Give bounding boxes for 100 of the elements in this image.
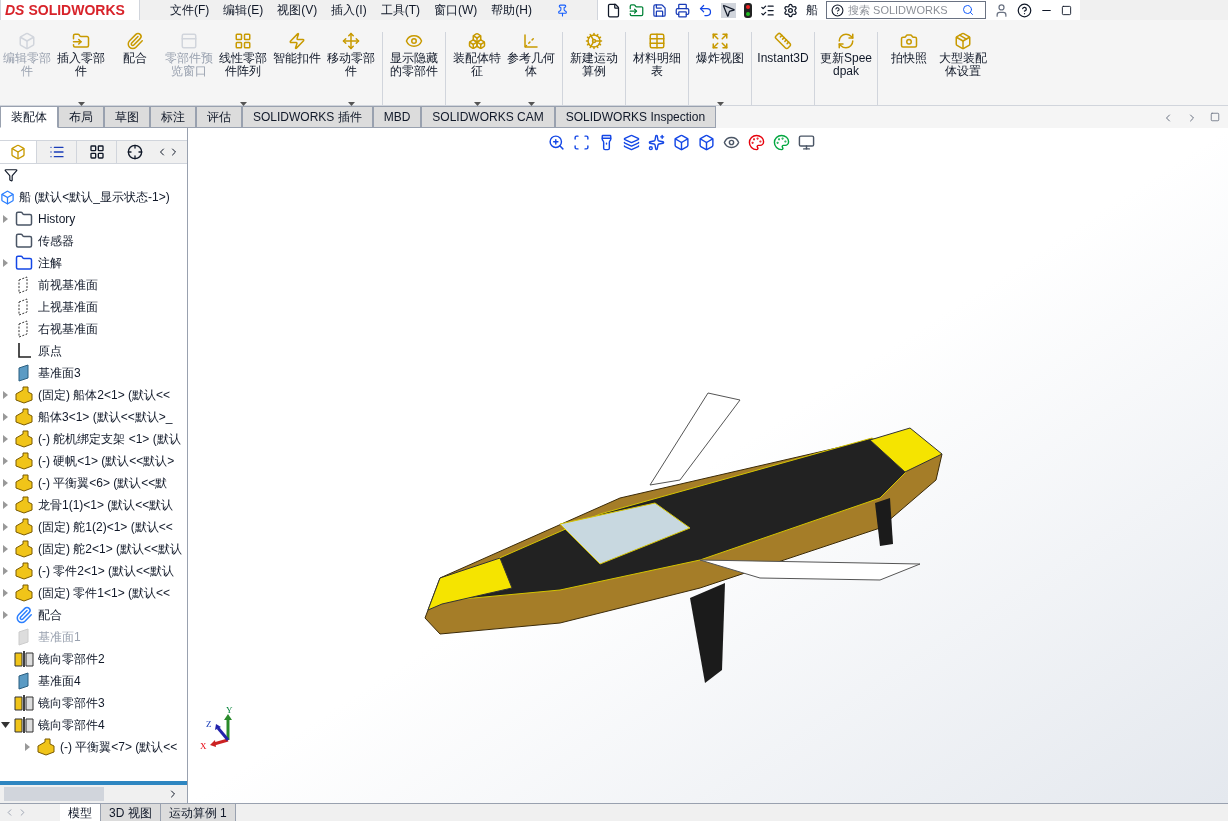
pin-icon[interactable] — [556, 3, 569, 17]
settings-icon[interactable] — [783, 2, 798, 18]
tree-item[interactable]: 配合 — [38, 606, 62, 624]
menu-item[interactable]: 帮助(H) — [491, 1, 532, 19]
list-icon[interactable] — [48, 144, 65, 160]
zoom-icon[interactable] — [548, 134, 565, 151]
ribbon-tab[interactable]: SOLIDWORKS Inspection — [554, 106, 717, 128]
tree-item[interactable]: 前视基准面 — [38, 276, 98, 294]
tree-item[interactable]: (-) 平衡翼<6> (默认<<默 — [38, 474, 168, 492]
crosshair-icon[interactable] — [126, 144, 143, 160]
expand-arrow-icon[interactable] — [2, 259, 8, 267]
expand-arrow-icon[interactable] — [2, 523, 8, 531]
ribbon-tab[interactable]: SOLIDWORKS 插件 — [242, 106, 373, 128]
palette-icon[interactable] — [773, 134, 790, 151]
ribbon-button[interactable]: 大型装配体设置 — [936, 32, 990, 108]
palette-icon[interactable] — [748, 134, 765, 151]
expand-arrow-icon[interactable] — [24, 743, 30, 751]
expand-arrow-icon[interactable] — [2, 479, 8, 487]
cube-icon[interactable] — [673, 134, 690, 151]
view-tab[interactable]: 模型 — [60, 804, 101, 821]
tree-item[interactable]: (-) 零件2<1> (默认<<默认 — [38, 562, 175, 580]
section-icon[interactable] — [623, 134, 640, 151]
part-icon[interactable] — [10, 144, 26, 160]
scrollbar-thumb[interactable] — [4, 787, 104, 801]
sparkle-icon[interactable] — [648, 134, 665, 151]
tree-item[interactable]: 基准面4 — [38, 672, 81, 690]
ribbon-button[interactable]: 线性零部件阵列 — [216, 32, 270, 108]
ribbon-tab[interactable]: 评估 — [196, 106, 242, 128]
monitor-icon[interactable] — [798, 134, 815, 151]
tree-item[interactable]: (固定) 舵1(2)<1> (默认<< — [38, 518, 173, 536]
save-icon[interactable] — [652, 2, 667, 18]
expand-arrow-icon[interactable] — [2, 501, 8, 509]
cube-icon[interactable] — [698, 134, 715, 151]
expand-arrow-icon[interactable] — [2, 457, 8, 465]
collapse-arrow-icon[interactable] — [0, 722, 10, 728]
view-tab[interactable]: 3D 视图 — [101, 804, 161, 821]
tree-item[interactable]: 基准面3 — [38, 364, 81, 382]
tree-root[interactable]: 船 (默认<默认_显示状态-1>) — [19, 188, 170, 206]
tree-item[interactable]: 镜向零部件2 — [38, 650, 105, 668]
ribbon-button[interactable]: 显示隐藏的零部件 — [387, 32, 441, 108]
expand-arrow-icon[interactable] — [2, 567, 8, 575]
print-icon[interactable] — [675, 2, 690, 18]
ribbon-button[interactable]: Instant3D — [756, 32, 810, 108]
user-icon[interactable] — [994, 2, 1009, 18]
maximize-icon[interactable] — [1061, 4, 1072, 16]
ribbon-button[interactable]: 参考几何体 — [504, 32, 558, 108]
tree-item[interactable]: 上视基准面 — [38, 298, 98, 316]
tree-item[interactable]: 右视基准面 — [38, 320, 98, 338]
ribbon-tab[interactable]: 布局 — [58, 106, 104, 128]
ribbon-button[interactable]: 爆炸视图 — [693, 32, 747, 108]
expand-arrow-icon[interactable] — [2, 545, 8, 553]
tree-item[interactable]: 传感器 — [38, 232, 74, 250]
traffic-light-icon[interactable] — [744, 2, 752, 18]
menu-item[interactable]: 编辑(E) — [223, 1, 264, 19]
select-icon[interactable] — [721, 2, 736, 18]
ribbon-button[interactable]: 智能扣件 — [270, 32, 324, 108]
expand-arrow-icon[interactable] — [2, 391, 8, 399]
grid-icon[interactable] — [88, 144, 105, 160]
tree-item[interactable]: 原点 — [38, 342, 62, 360]
tree-item[interactable]: 龙骨1(1)<1> (默认<<默认 — [38, 496, 174, 514]
open-icon[interactable] — [629, 2, 644, 18]
menu-item[interactable]: 视图(V) — [277, 1, 318, 19]
expand-arrow-icon[interactable] — [2, 435, 8, 443]
tree-item[interactable]: (固定) 零件1<1> (默认<< — [38, 584, 171, 602]
ribbon-button[interactable]: 配合 — [108, 32, 162, 108]
menu-item[interactable]: 插入(I) — [331, 1, 367, 19]
eye-icon[interactable] — [723, 134, 740, 151]
menu-item[interactable]: 工具(T) — [380, 1, 420, 19]
ribbon-tab[interactable]: 装配体 — [0, 106, 58, 128]
tree-item[interactable]: (固定) 舵2<1> (默认<<默认 — [38, 540, 183, 558]
ribbon-button[interactable]: 更新Speedpak — [819, 32, 873, 108]
tree-item[interactable]: 船体3<1> (默认<<默认>_ — [38, 408, 173, 426]
expand-arrow-icon[interactable] — [2, 589, 8, 597]
tree-item[interactable]: (固定) 船体2<1> (默认<< — [38, 386, 171, 404]
new-file-icon[interactable] — [606, 2, 621, 18]
tree-item[interactable]: History — [38, 210, 76, 228]
expand-arrow-icon[interactable] — [2, 611, 8, 619]
ribbon-tab[interactable]: SOLIDWORKS CAM — [421, 106, 555, 128]
tree-item[interactable]: 注解 — [38, 254, 62, 272]
restore-icon[interactable] — [1210, 112, 1220, 122]
ribbon-button[interactable]: 移动零部件 — [324, 32, 378, 108]
tree-item[interactable]: 镜向零部件3 — [38, 694, 105, 712]
tree-item[interactable]: (-) 平衡翼<7> (默认<< — [60, 738, 178, 756]
help-icon[interactable] — [1017, 2, 1032, 18]
filter-icon[interactable] — [4, 168, 18, 182]
ribbon-button[interactable]: 拍快照 — [882, 32, 936, 108]
list-icon[interactable] — [760, 2, 775, 18]
undo-icon[interactable] — [698, 2, 713, 18]
zoom-area-icon[interactable] — [573, 134, 590, 151]
ribbon-button[interactable]: 装配体特征 — [450, 32, 504, 108]
ribbon-button[interactable]: 材料明细表 — [630, 32, 684, 108]
menu-item[interactable]: 窗口(W) — [434, 1, 478, 19]
tree-item[interactable]: (-) 舵机绑定支架 <1> (默认 — [38, 430, 181, 448]
menu-item[interactable]: 文件(F) — [170, 1, 210, 19]
expand-arrow-icon[interactable] — [2, 413, 8, 421]
ribbon-tab[interactable]: MBD — [372, 106, 422, 128]
tree-item[interactable]: (-) 硬帆<1> (默认<<默认> — [38, 452, 175, 470]
ribbon-tab[interactable]: 草图 — [104, 106, 150, 128]
view-tab[interactable]: 运动算例 1 — [160, 804, 236, 821]
expand-arrow-icon[interactable] — [2, 215, 8, 223]
